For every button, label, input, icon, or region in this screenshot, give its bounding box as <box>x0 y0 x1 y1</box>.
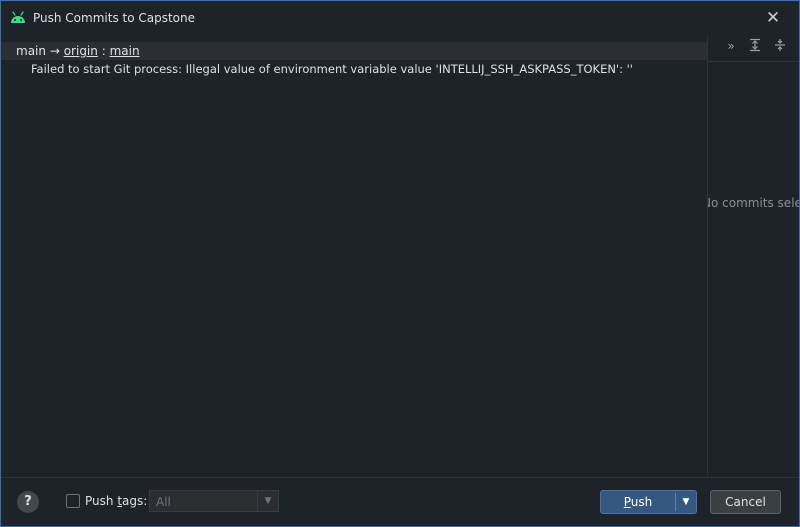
commit-details-panel: » No commits selected <box>708 35 799 477</box>
tags-mode-select[interactable]: All ▼ <box>149 490 279 512</box>
push-tags-label-prefix: Push <box>85 494 118 508</box>
close-icon[interactable]: ✕ <box>763 8 783 28</box>
arrow-icon: → <box>49 44 60 58</box>
tags-mode-value: All <box>156 495 171 509</box>
remote-link[interactable]: origin <box>64 44 98 58</box>
no-commits-hint: No commits selected <box>708 196 799 210</box>
android-icon <box>11 11 25 23</box>
push-button[interactable]: Push ▼ <box>600 490 697 514</box>
window-title: Push Commits to Capstone <box>33 11 196 25</box>
title-bar: Push Commits to Capstone ✕ <box>1 1 799 35</box>
help-button[interactable]: ? <box>17 491 39 513</box>
cancel-button[interactable]: Cancel <box>710 490 781 514</box>
repository-tree: main → origin : main Failed to start Git… <box>1 35 707 477</box>
expand-more-icon[interactable]: » <box>723 38 739 54</box>
remote-branch-link[interactable]: main <box>110 44 140 58</box>
local-branch: main <box>16 44 46 58</box>
chevron-down-icon: ▼ <box>257 491 278 511</box>
branch-separator: : <box>101 44 106 58</box>
push-tags-label[interactable]: Push tags: <box>85 494 147 508</box>
error-message: Failed to start Git process: Illegal val… <box>31 62 633 76</box>
push-mnemonic: P <box>623 495 631 509</box>
details-separator <box>708 61 799 62</box>
expand-all-icon[interactable] <box>747 38 763 54</box>
push-tags-label-suffix: ags: <box>122 494 148 508</box>
branch-row[interactable]: main → origin : main <box>1 42 707 60</box>
push-button-label: Push <box>601 491 675 513</box>
branch-spec: main → origin : main <box>16 44 140 58</box>
push-dialog: Push Commits to Capstone ✕ main → origin… <box>0 0 800 527</box>
dialog-footer: ? Push tags: All ▼ Push ▼ Cancel <box>1 478 799 526</box>
push-tags-checkbox[interactable] <box>66 494 80 508</box>
push-options-chevron-icon[interactable]: ▼ <box>676 491 696 513</box>
collapse-all-icon[interactable] <box>772 38 788 54</box>
push-label-rest: ush <box>630 495 653 509</box>
details-toolbar: » <box>708 35 799 59</box>
